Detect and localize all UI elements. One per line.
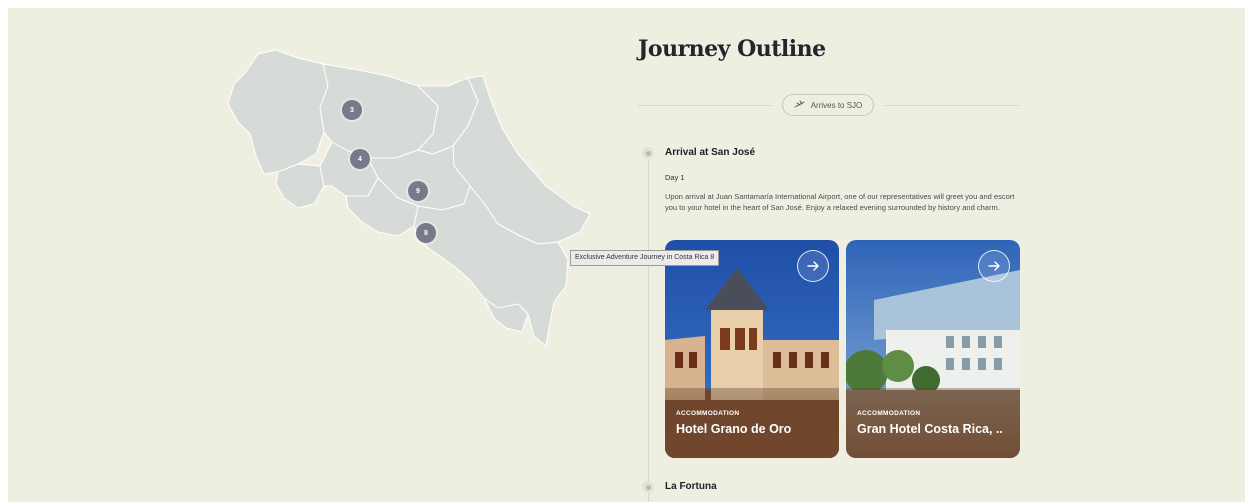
arrow-right-icon[interactable] <box>797 250 829 282</box>
card-hotel-name: Hotel Grano de Oro <box>676 422 792 436</box>
stop-title-arrival[interactable]: Arrival at San José <box>665 147 755 158</box>
timeline-dot <box>642 481 654 493</box>
card-category: ACCOMMODATION <box>676 410 740 417</box>
timeline-line <box>648 160 649 502</box>
accommodation-card-grano-de-oro[interactable]: ACCOMMODATION Hotel Grano de Oro <box>665 240 839 458</box>
map-pin-3[interactable]: 3 <box>342 100 362 120</box>
map-pin-8[interactable]: 8 <box>416 223 436 243</box>
card-hotel-name: Gran Hotel Costa Rica, .. <box>857 422 1003 436</box>
map-pin-9[interactable]: 9 <box>408 181 428 201</box>
divider-left <box>638 105 772 106</box>
stop-description: Upon arrival at Juan Santamaría Internat… <box>665 192 1015 212</box>
arrival-badge: Arrives to SJO <box>782 94 874 116</box>
map-pin-tooltip: Exclusive Adventure Journey in Costa Ric… <box>570 250 720 266</box>
map-pin-4[interactable]: 4 <box>350 149 370 169</box>
day-label: Day 1 <box>665 173 685 182</box>
costa-rica-map: 3 4 9 8 <box>227 46 608 368</box>
accommodation-card-gran-hotel-costa-rica[interactable]: ACCOMMODATION Gran Hotel Costa Rica, .. <box>846 240 1020 458</box>
costa-rica-map-shape <box>227 49 591 347</box>
plane-icon <box>794 100 805 111</box>
stop-title-la-fortuna[interactable]: La Fortuna <box>665 481 717 492</box>
divider-right <box>884 105 1019 106</box>
journey-section: 3 4 9 8 Exclusive Adventure Journey in C… <box>8 8 1245 502</box>
arrow-right-icon[interactable] <box>978 250 1010 282</box>
page-title: Journey Outline <box>638 36 826 62</box>
arrival-badge-label: Arrives to SJO <box>810 100 863 110</box>
card-category: ACCOMMODATION <box>857 410 921 417</box>
timeline-dot <box>642 147 654 159</box>
